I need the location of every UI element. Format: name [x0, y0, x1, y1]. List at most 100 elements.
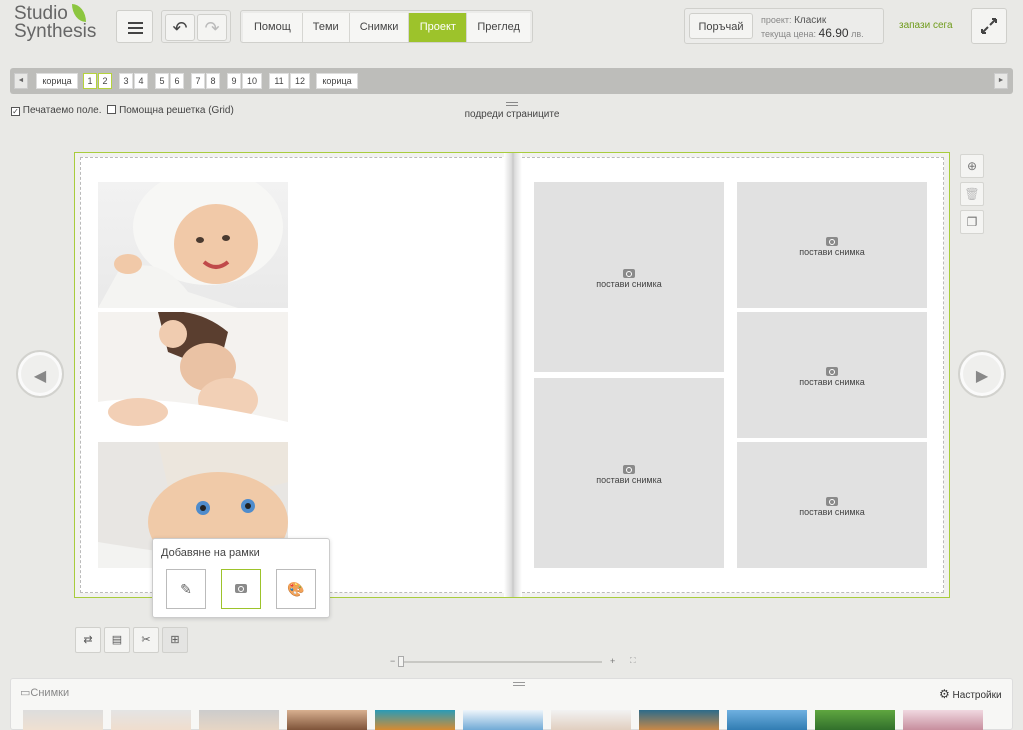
photo-placeholder[interactable]: постави снимка	[737, 442, 927, 568]
undo-button[interactable]: ↶	[165, 14, 195, 41]
camera-icon	[623, 465, 635, 474]
frames-button[interactable]: ⊞	[162, 627, 188, 653]
photo-thumbnail[interactable]	[375, 710, 455, 730]
photo-mother-baby	[98, 312, 288, 438]
settings-button[interactable]: ⚙ Настройки	[939, 687, 1002, 701]
fullscreen-icon	[981, 18, 997, 34]
tab-photos[interactable]: Снимки	[349, 13, 410, 42]
photo-frame[interactable]	[98, 182, 288, 308]
add-page-button[interactable]: ⊕	[960, 154, 984, 178]
page-11[interactable]: 11	[269, 73, 289, 89]
book-spread: постави снимка постави снимка постави сн…	[74, 152, 950, 598]
redo-icon: ↷	[204, 18, 220, 38]
page-7[interactable]: 7	[191, 73, 205, 89]
page-1[interactable]: 1	[83, 73, 97, 89]
layout-button[interactable]: ▤	[104, 627, 130, 653]
page-3[interactable]: 3	[119, 73, 133, 89]
add-photo-frame-button[interactable]	[221, 569, 261, 609]
page-5[interactable]: 5	[155, 73, 169, 89]
page-10[interactable]: 10	[242, 73, 262, 89]
grid-checkbox[interactable]	[107, 105, 117, 114]
logo: Studio Synthesis	[14, 4, 109, 45]
save-now-link[interactable]: запази сега	[899, 20, 953, 31]
photo-placeholder[interactable]: постави снимка	[737, 312, 927, 438]
photos-tray: ▭Снимки ⚙ Настройки	[10, 678, 1013, 730]
photo-thumbnail[interactable]	[287, 710, 367, 730]
zoom-out-icon[interactable]: −	[390, 656, 395, 666]
page-2[interactable]: 2	[98, 73, 112, 89]
arrange-pages-button[interactable]: подреди страниците	[460, 102, 564, 120]
add-page-icon: ⊕	[966, 159, 978, 173]
zoom-handle[interactable]	[398, 656, 404, 667]
arrange-pages-label: подреди страниците	[464, 109, 560, 120]
swap-pages-button[interactable]: ⇄	[75, 627, 101, 653]
page-8[interactable]: 8	[206, 73, 220, 89]
page-4[interactable]: 4	[134, 73, 148, 89]
pencil-icon: ✎	[180, 581, 192, 597]
zoom-slider[interactable]: − + ⛶	[390, 656, 640, 668]
photo-thumbnail[interactable]	[463, 710, 543, 730]
photo-thumbnail[interactable]	[23, 710, 103, 730]
arrow-left-icon: ◀	[33, 368, 47, 385]
photo-frame[interactable]	[98, 312, 288, 438]
page-cover-front[interactable]: корица	[36, 73, 78, 89]
tab-project[interactable]: Проект	[409, 13, 468, 42]
zoom-track	[402, 661, 602, 663]
price-caption: текуща цена:	[761, 29, 817, 39]
tab-help[interactable]: Помощ	[243, 13, 303, 42]
left-page	[80, 157, 512, 593]
drag-handle-icon	[506, 102, 518, 106]
camera-icon	[826, 237, 838, 246]
printable-area-checkbox[interactable]: ✓	[11, 107, 20, 116]
delete-page-button[interactable]: 🗑	[960, 182, 984, 206]
camera-icon	[826, 497, 838, 506]
photo-thumbnail[interactable]	[111, 710, 191, 730]
photo-placeholder[interactable]: постави снимка	[534, 378, 724, 568]
add-clipart-button[interactable]: 🎨	[276, 569, 316, 609]
photo-placeholder[interactable]: постави снимка	[534, 182, 724, 372]
tray-handle-icon[interactable]	[513, 682, 525, 686]
photo-thumbnail[interactable]	[727, 710, 807, 730]
main-tabs: Помощ Теми Снимки Проект Преглед	[240, 10, 533, 43]
price-unit: лв.	[851, 29, 864, 39]
photo-thumbnail[interactable]	[639, 710, 719, 730]
project-info: проект: Класик текуща цена: 46.90 лв.	[761, 14, 864, 40]
undo-icon: ↶	[172, 18, 188, 38]
page-6[interactable]: 6	[170, 73, 184, 89]
next-spread-button[interactable]: ▶	[958, 350, 1006, 398]
menu-button[interactable]	[116, 10, 153, 43]
right-page: постави снимка постави снимка постави сн…	[512, 157, 944, 593]
zoom-in-icon[interactable]: +	[610, 656, 615, 666]
placeholder-label: постави снимка	[596, 279, 662, 289]
tab-preview[interactable]: Преглед	[467, 13, 531, 42]
view-options: ✓ Печатаемо поле. Помощна решетка (Grid)	[11, 105, 234, 116]
photo-thumbnail[interactable]	[903, 710, 983, 730]
camera-icon	[623, 269, 635, 278]
photo-thumbnail[interactable]	[199, 710, 279, 730]
arrow-right-icon: ▶	[975, 368, 989, 385]
add-text-frame-button[interactable]: ✎	[166, 569, 206, 609]
photos-icon: ▭	[20, 687, 31, 699]
page-9[interactable]: 9	[227, 73, 241, 89]
photo-placeholder[interactable]: постави снимка	[737, 182, 927, 308]
page-12[interactable]: 12	[290, 73, 310, 89]
tools-icon: ✂	[141, 634, 151, 646]
fit-icon[interactable]: ⛶	[630, 656, 636, 666]
fullscreen-button[interactable]	[971, 8, 1007, 44]
redo-button[interactable]: ↷	[197, 14, 227, 41]
page-bar-right-arrow[interactable]: ►	[994, 73, 1008, 89]
layout-icon: ▤	[111, 634, 123, 646]
order-button[interactable]: Поръчай	[689, 13, 753, 39]
duplicate-page-button[interactable]: ❐	[960, 210, 984, 234]
page-navigator: ◄ корица 1 2 3 4 5 6 7 8 9 10 11 12 кори…	[10, 68, 1013, 94]
tools-button[interactable]: ✂	[133, 627, 159, 653]
photo-thumbnail[interactable]	[551, 710, 631, 730]
printable-area-label: Печатаемо поле.	[22, 105, 102, 116]
photo-thumbnail[interactable]	[815, 710, 895, 730]
tray-title: ▭Снимки	[20, 687, 70, 699]
order-panel: Поръчай проект: Класик текуща цена: 46.9…	[684, 8, 884, 44]
tab-themes[interactable]: Теми	[302, 13, 350, 42]
page-bar-left-arrow[interactable]: ◄	[14, 73, 28, 89]
prev-spread-button[interactable]: ◀	[16, 350, 64, 398]
page-cover-back[interactable]: корица	[316, 73, 358, 89]
